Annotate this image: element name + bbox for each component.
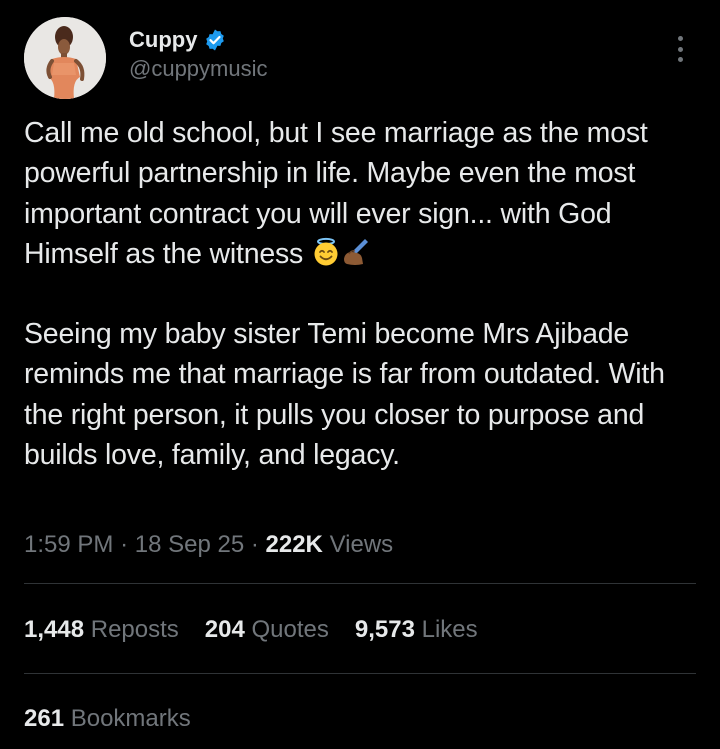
bookmarks-stat[interactable]: 261 Bookmarks bbox=[24, 703, 191, 735]
quotes-stat[interactable]: 204 Quotes bbox=[205, 614, 329, 646]
reposts-label: Reposts bbox=[90, 616, 179, 643]
tweet-date[interactable]: 18 Sep 25 bbox=[135, 531, 244, 558]
bookmarks-count: 261 bbox=[24, 705, 65, 732]
engagement-stats: 1,448 Reposts 204 Quotes 9,573 Likes bbox=[24, 614, 478, 646]
smiling-face-with-halo-icon bbox=[311, 237, 341, 267]
tweet-time[interactable]: 1:59 PM bbox=[24, 531, 113, 558]
views-count: 222K bbox=[265, 531, 323, 558]
writing-hand-icon bbox=[341, 237, 371, 267]
reposts-count: 1,448 bbox=[24, 616, 85, 643]
separator: · bbox=[120, 531, 129, 558]
quotes-label: Quotes bbox=[251, 616, 329, 643]
avatar[interactable] bbox=[24, 17, 106, 99]
handle[interactable]: @cuppymusic bbox=[129, 54, 268, 84]
avatar-image bbox=[24, 17, 106, 99]
verified-badge-icon[interactable] bbox=[203, 28, 227, 52]
tweet-detail: Cuppy @cuppymusic Call me old school, bu… bbox=[0, 0, 720, 749]
tweet-text: Call me old school, but I see marriage a… bbox=[24, 113, 704, 475]
more-options-icon[interactable] bbox=[664, 34, 696, 64]
reposts-stat[interactable]: 1,448 Reposts bbox=[24, 614, 179, 646]
views-label: Views bbox=[329, 531, 394, 558]
likes-count: 9,573 bbox=[354, 616, 415, 643]
divider bbox=[24, 673, 696, 674]
likes-label: Likes bbox=[421, 616, 478, 643]
tweet-paragraph-1: Call me old school, but I see marriage a… bbox=[24, 117, 648, 270]
likes-stat[interactable]: 9,573 Likes bbox=[355, 614, 478, 646]
display-name[interactable]: Cuppy bbox=[129, 26, 197, 54]
author-block[interactable]: Cuppy @cuppymusic bbox=[129, 26, 268, 84]
separator: · bbox=[250, 531, 259, 558]
quotes-count: 204 bbox=[204, 616, 245, 643]
tweet-meta: 1:59 PM · 18 Sep 25 · 222K Views bbox=[24, 529, 393, 561]
bookmarks-label: Bookmarks bbox=[70, 705, 191, 732]
name-row: Cuppy bbox=[129, 26, 268, 54]
divider bbox=[24, 583, 696, 584]
tweet-paragraph-2: Seeing my baby sister Temi become Mrs Aj… bbox=[24, 318, 665, 472]
